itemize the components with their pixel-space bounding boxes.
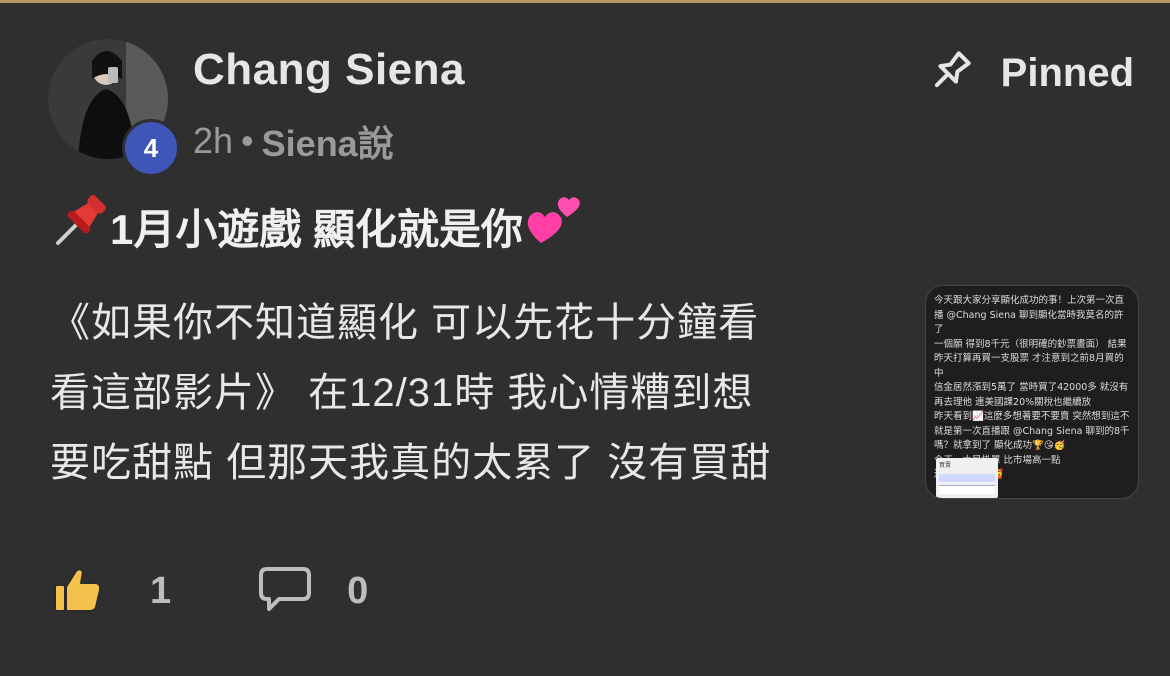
comment-button[interactable]: 0 <box>257 565 368 618</box>
thumbnail-line: 嗎？就拿到了 顯化成功🏆😘🥳 <box>934 440 1066 451</box>
post-title: 1月小遊戲 顯化就是你 <box>50 191 583 261</box>
like-count: 1 <box>150 570 172 612</box>
post-time: 2h <box>193 120 234 161</box>
thumbs-up-icon[interactable] <box>52 563 104 620</box>
pin-icon <box>927 47 975 100</box>
badge-count: 4 <box>143 132 159 163</box>
thumbnail-table-label: 買賣 <box>939 463 952 469</box>
author-avatar-group[interactable]: 4 <box>48 39 180 177</box>
thumbnail-line: 一個願 得到8千元（很明確的鈔票畫面） 結果 <box>934 338 1127 350</box>
notification-badge: 4 <box>122 119 180 177</box>
thumbnail-line: 信金居然漲到5萬了 當時買了42000多 就沒有 <box>934 382 1129 393</box>
post-body-line: 看這部影片》 在12/31時 我心情糟到想 <box>50 371 754 415</box>
two-hearts-icon <box>523 191 583 261</box>
like-button[interactable]: 1 <box>52 563 171 620</box>
group-name[interactable]: Siena說 <box>262 115 394 167</box>
attached-image-thumbnail[interactable]: 今天跟大家分享顯化成功的事！上次第一次直 播 @Chang Siena 聊到顯化… <box>925 285 1139 499</box>
post-card[interactable]: 4 Chang Siena 2h • Siena說 Pinned 1月小遊戲 顯… <box>0 3 1170 676</box>
thumbnail-line: 播 @Chang Siena 聊到顯化當時我莫名的許了 <box>934 309 1124 336</box>
thumbnail-line: 再去理他 連美國課20%關稅也繼續放 <box>934 396 1092 408</box>
comment-count: 0 <box>347 570 369 612</box>
thumbnail-line: 就是第一次直播跟 @Chang Siena 聊到的8千 <box>934 425 1130 437</box>
post-body-line: 《如果你不知道顯化 可以先花十分鐘看 <box>50 301 760 345</box>
meta-separator: • <box>241 120 254 161</box>
pushpin-icon <box>50 191 110 261</box>
post-body[interactable]: 《如果你不知道顯化 可以先花十分鐘看 看這部影片》 在12/31時 我心情糟到想… <box>50 288 900 498</box>
thumbnail-text: 今天跟大家分享顯化成功的事！上次第一次直 播 @Chang Siena 聊到顯化… <box>934 294 1132 483</box>
author-name[interactable]: Chang Siena <box>193 45 465 95</box>
thumbnail-line: 昨天看到📈這麼多想著要不要賣 突然想到這不 <box>934 411 1130 422</box>
post-actions: 1 0 <box>52 563 368 620</box>
pinned-indicator: Pinned <box>927 47 1134 100</box>
post-body-line: 要吃甜點 但那天我真的太累了 沒有買甜 <box>50 441 772 485</box>
thumbnail-line: 今天跟大家分享顯化成功的事！上次第一次直 <box>934 295 1125 306</box>
thumbnail-table-header <box>939 474 995 482</box>
post-meta: 2h • Siena說 <box>193 115 394 167</box>
thumbnail-table-row <box>939 485 995 494</box>
pinned-label: Pinned <box>1000 51 1134 95</box>
thumbnail-table: 買賣 <box>936 458 998 498</box>
thumbnail-line: 昨天打算再買一支股票 才注意到之前8月買的中 <box>934 353 1124 379</box>
post-title-text: 1月小遊戲 顯化就是你 <box>110 205 524 253</box>
comment-icon[interactable] <box>257 565 313 618</box>
